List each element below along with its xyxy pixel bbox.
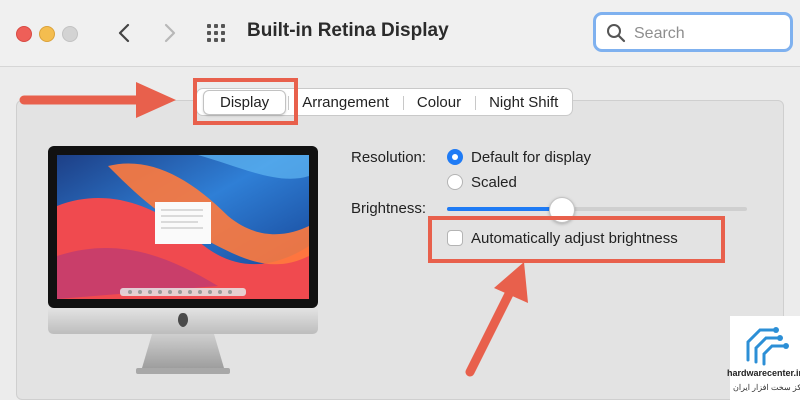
brightness-label: Brightness: (351, 200, 427, 217)
window-toolbar: Built-in Retina Display Search (0, 0, 800, 67)
close-window-button[interactable] (16, 26, 32, 42)
resolution-label: Resolution: (351, 149, 427, 166)
brightness-slider-fill (447, 207, 561, 211)
show-all-grid-icon[interactable] (206, 23, 226, 43)
watermark-site: hardwarecenter.ir (727, 368, 800, 378)
display-tab-highlight (193, 78, 298, 125)
auto-brightness-highlight (428, 216, 725, 263)
brightness-slider[interactable] (447, 207, 747, 211)
tab-colour[interactable]: Colour (402, 94, 475, 111)
search-field[interactable]: Search (593, 12, 793, 52)
zoom-window-button[interactable] (62, 26, 78, 42)
forward-chevron-icon[interactable] (156, 20, 182, 46)
tab-night-shift[interactable]: Night Shift (475, 94, 572, 111)
window-title: Built-in Retina Display (247, 20, 449, 41)
minimize-window-button[interactable] (39, 26, 55, 42)
scaled-label[interactable]: Scaled (471, 174, 517, 191)
default-for-display-label[interactable]: Default for display (471, 149, 591, 166)
tab-arrangement[interactable]: Arrangement (288, 94, 403, 111)
default-for-display-radio[interactable] (447, 149, 463, 165)
back-chevron-icon[interactable] (112, 20, 138, 46)
scaled-radio[interactable] (447, 174, 463, 190)
watermark-persian: مرکز سخت افزار ایران (733, 383, 800, 392)
search-icon (607, 24, 626, 43)
imac-display-image (48, 146, 318, 374)
search-placeholder: Search (634, 25, 685, 42)
